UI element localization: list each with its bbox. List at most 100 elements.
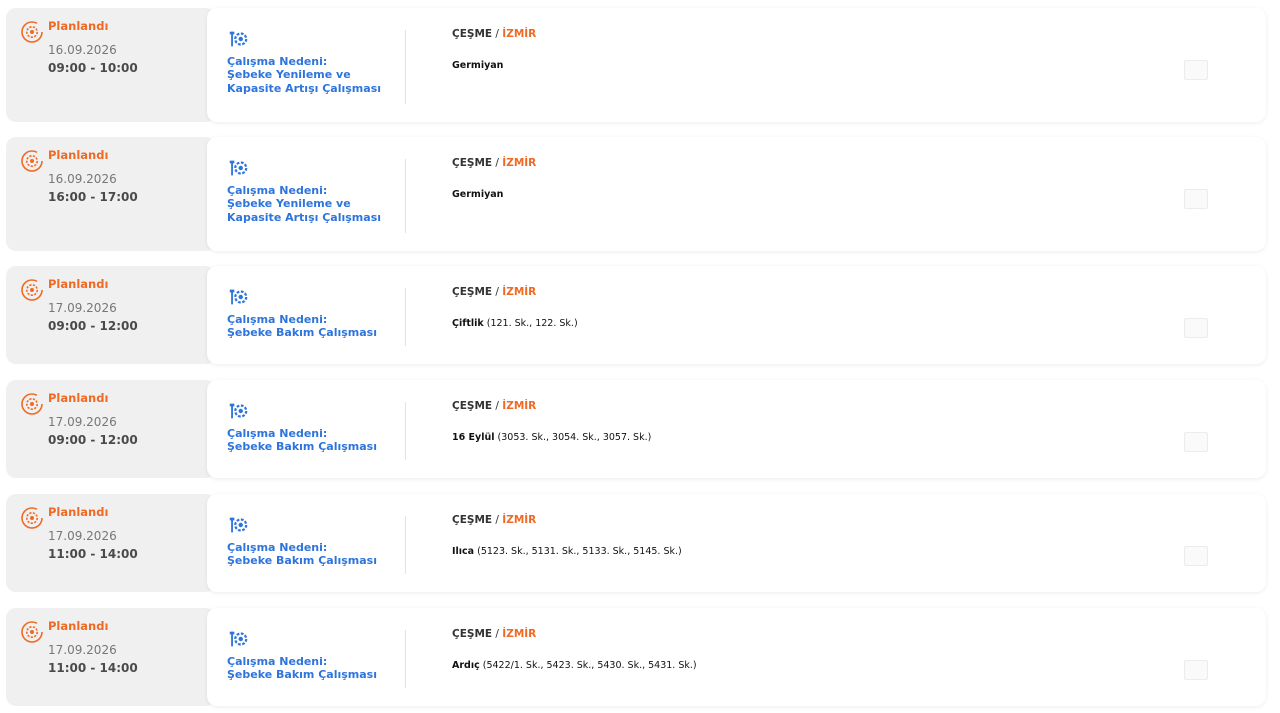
outage-date: 16.09.2026 xyxy=(48,43,117,57)
outage-date: 16.09.2026 xyxy=(48,172,117,186)
outage-date: 17.09.2026 xyxy=(48,415,117,429)
outage-time: 16:00 - 17:00 xyxy=(48,190,138,204)
reason-value: Şebeke Bakım Çalışması xyxy=(227,440,377,453)
location: ÇEŞME / İZMİR xyxy=(452,400,537,412)
outage-time: 11:00 - 14:00 xyxy=(48,547,138,561)
city: İZMİR xyxy=(502,28,537,40)
outage-time: 09:00 - 10:00 xyxy=(48,61,138,75)
neighborhood: Çiftlik xyxy=(452,318,484,329)
details-toggle[interactable] xyxy=(1184,189,1208,209)
city: İZMİR xyxy=(502,514,537,526)
wrench-gear-icon xyxy=(229,31,248,47)
district: ÇEŞME xyxy=(452,400,493,412)
outage-date: 17.09.2026 xyxy=(48,301,117,315)
outage-item: Planlandı 16.09.2026 09:00 - 10:00 Çalış… xyxy=(6,8,1266,122)
status-label: Planlandı xyxy=(48,619,109,633)
gear-cycle-icon xyxy=(21,279,43,301)
neighborhood: Germiyan xyxy=(452,60,504,71)
reason-value: Şebeke Bakım Çalışması xyxy=(227,668,377,681)
schedule-panel: Planlandı 16.09.2026 09:00 - 10:00 xyxy=(6,8,216,122)
outage-time: 09:00 - 12:00 xyxy=(48,319,138,333)
details-toggle[interactable] xyxy=(1184,546,1208,566)
status-label: Planlandı xyxy=(48,391,109,405)
city: İZMİR xyxy=(502,400,537,412)
location: ÇEŞME / İZMİR xyxy=(452,628,537,640)
divider xyxy=(405,159,406,233)
divider xyxy=(405,288,406,346)
reason-label: Çalışma Nedeni: xyxy=(227,313,328,326)
wrench-gear-icon xyxy=(229,160,248,176)
outage-item: Planlandı 17.09.2026 11:00 - 14:00 Çalış… xyxy=(6,608,1266,706)
outage-card: Çalışma Nedeni: Şebeke Yenileme ve Kapas… xyxy=(207,8,1266,122)
details-toggle[interactable] xyxy=(1184,318,1208,338)
affected-area: Çiftlik (121. Sk., 122. Sk.) xyxy=(452,318,578,329)
divider xyxy=(405,516,406,574)
divider xyxy=(405,402,406,460)
reason-label: Çalışma Nedeni: xyxy=(227,55,328,68)
wrench-gear-icon xyxy=(229,403,248,419)
city: İZMİR xyxy=(502,286,537,298)
wrench-gear-icon xyxy=(229,289,248,305)
streets: (5422/1. Sk., 5423. Sk., 5430. Sk., 5431… xyxy=(479,660,697,671)
schedule-panel: Planlandı 17.09.2026 09:00 - 12:00 xyxy=(6,380,216,478)
reason-value: Şebeke Bakım Çalışması xyxy=(227,326,377,339)
district: ÇEŞME xyxy=(452,628,493,640)
outage-time: 09:00 - 12:00 xyxy=(48,433,138,447)
schedule-panel: Planlandı 17.09.2026 09:00 - 12:00 xyxy=(6,266,216,364)
details-toggle[interactable] xyxy=(1184,432,1208,452)
outage-card: Çalışma Nedeni: Şebeke Bakım Çalışması Ç… xyxy=(207,380,1266,478)
neighborhood: Ardıç xyxy=(452,660,480,671)
location: ÇEŞME / İZMİR xyxy=(452,28,537,40)
outage-time: 11:00 - 14:00 xyxy=(48,661,138,675)
city: İZMİR xyxy=(502,628,537,640)
neighborhood: Ilıca xyxy=(452,546,475,557)
outage-item: Planlandı 17.09.2026 11:00 - 14:00 Çalış… xyxy=(6,494,1266,592)
wrench-gear-icon xyxy=(229,631,248,647)
streets: (5123. Sk., 5131. Sk., 5133. Sk., 5145. … xyxy=(474,546,682,557)
affected-area: Ardıç (5422/1. Sk., 5423. Sk., 5430. Sk.… xyxy=(452,660,697,671)
affected-area: Germiyan xyxy=(452,189,503,200)
schedule-panel: Planlandı 17.09.2026 11:00 - 14:00 xyxy=(6,494,216,592)
reason-label: Çalışma Nedeni: xyxy=(227,427,328,440)
outage-card: Çalışma Nedeni: Şebeke Yenileme ve Kapas… xyxy=(207,137,1266,251)
location: ÇEŞME / İZMİR xyxy=(452,157,537,169)
location: ÇEŞME / İZMİR xyxy=(452,514,537,526)
outage-list: Planlandı 16.09.2026 09:00 - 10:00 Çalış… xyxy=(0,0,1280,713)
gear-cycle-icon xyxy=(21,507,43,529)
location: ÇEŞME / İZMİR xyxy=(452,286,537,298)
divider xyxy=(405,30,406,104)
streets: (3053. Sk., 3054. Sk., 3057. Sk.) xyxy=(494,432,652,443)
affected-area: Germiyan xyxy=(452,60,503,71)
outage-date: 17.09.2026 xyxy=(48,529,117,543)
reason-value: Şebeke Bakım Çalışması xyxy=(227,554,377,567)
details-toggle[interactable] xyxy=(1184,660,1208,680)
status-label: Planlandı xyxy=(48,148,109,162)
gear-cycle-icon xyxy=(21,21,43,43)
outage-item: Planlandı 17.09.2026 09:00 - 12:00 Çalış… xyxy=(6,266,1266,364)
reason-value: Şebeke Yenileme ve Kapasite Artışı Çalış… xyxy=(227,68,382,95)
outage-card: Çalışma Nedeni: Şebeke Bakım Çalışması Ç… xyxy=(207,608,1266,706)
reason-value: Şebeke Yenileme ve Kapasite Artışı Çalış… xyxy=(227,197,382,224)
affected-area: Ilıca (5123. Sk., 5131. Sk., 5133. Sk., … xyxy=(452,546,682,557)
outage-item: Planlandı 16.09.2026 16:00 - 17:00 Çalış… xyxy=(6,137,1266,251)
schedule-panel: Planlandı 17.09.2026 11:00 - 14:00 xyxy=(6,608,216,706)
district: ÇEŞME xyxy=(452,286,493,298)
schedule-panel: Planlandı 16.09.2026 16:00 - 17:00 xyxy=(6,137,216,251)
outage-item: Planlandı 17.09.2026 09:00 - 12:00 Çalış… xyxy=(6,380,1266,478)
outage-date: 17.09.2026 xyxy=(48,643,117,657)
reason-label: Çalışma Nedeni: xyxy=(227,541,328,554)
status-label: Planlandı xyxy=(48,19,109,33)
wrench-gear-icon xyxy=(229,517,248,533)
district: ÇEŞME xyxy=(452,28,493,40)
details-toggle[interactable] xyxy=(1184,60,1208,80)
divider xyxy=(405,630,406,688)
status-label: Planlandı xyxy=(48,277,109,291)
city: İZMİR xyxy=(502,157,537,169)
neighborhood: 16 Eylül xyxy=(452,432,495,443)
gear-cycle-icon xyxy=(21,150,43,172)
gear-cycle-icon xyxy=(21,393,43,415)
neighborhood: Germiyan xyxy=(452,189,504,200)
district: ÇEŞME xyxy=(452,157,493,169)
status-label: Planlandı xyxy=(48,505,109,519)
streets: (121. Sk., 122. Sk.) xyxy=(483,318,578,329)
